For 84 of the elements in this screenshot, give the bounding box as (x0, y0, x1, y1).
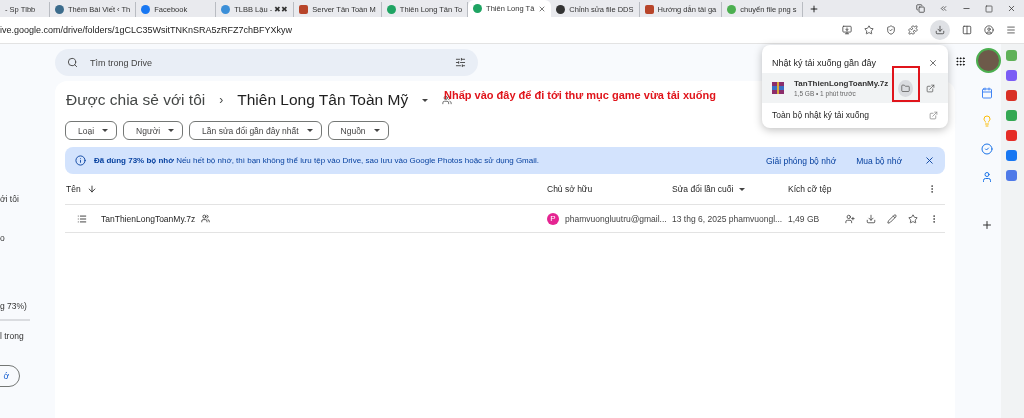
sidebar-item[interactable]: o (0, 233, 5, 243)
filter-chip[interactable]: Người (123, 121, 184, 140)
modified-date: 13 thg 6, 2025 phamvuongl... (672, 213, 783, 224)
archive-icon (772, 82, 784, 94)
maximize-icon[interactable] (985, 4, 993, 13)
app-icon[interactable] (1006, 90, 1017, 101)
owner-email: phamvuongluutru@gmail... (565, 213, 667, 224)
avatar-placeholder[interactable] (976, 47, 1001, 73)
contacts-icon[interactable] (981, 171, 993, 183)
favicon-icon (141, 5, 151, 14)
filter-chip[interactable]: Loại (65, 121, 118, 140)
column-header[interactable]: Kích cỡ tệp (788, 184, 832, 194)
app-icon[interactable] (1006, 50, 1017, 61)
add-icon[interactable] (981, 219, 993, 231)
column-header[interactable]: Tên (66, 184, 81, 194)
popup-title: Nhật ký tải xuống gần đây (772, 58, 877, 68)
sort-arrow-icon[interactable] (86, 184, 97, 194)
calendar-icon[interactable] (981, 87, 993, 99)
filter-icon[interactable] (455, 57, 466, 68)
highlight-frame (892, 66, 920, 102)
shield-icon[interactable] (886, 25, 896, 35)
breadcrumb-separator: › (219, 93, 224, 107)
new-tab-icon[interactable] (808, 4, 819, 14)
close-icon[interactable] (924, 155, 935, 166)
menu-icon[interactable] (1006, 25, 1016, 35)
favicon-icon (221, 5, 231, 14)
profile-icon[interactable] (984, 25, 994, 35)
filter-chip[interactable]: Lần sửa đổi gần đây nhất (189, 121, 322, 140)
column-header[interactable]: Sửa đổi lần cuối (672, 184, 734, 194)
close-icon[interactable] (1007, 4, 1016, 13)
bookmark-star-icon[interactable] (864, 25, 874, 35)
folder-title[interactable]: Thiên Long Tân Toàn Mỹ (237, 91, 409, 109)
favicon-icon (299, 5, 309, 14)
favicon-icon (473, 4, 483, 13)
owner-avatar: P (547, 212, 559, 225)
download-file-name: TanThienLongToanMy.7z (794, 79, 889, 88)
banner-link[interactable]: Mua bộ nhớ (850, 155, 908, 166)
share-icon[interactable] (845, 213, 855, 224)
external-link-icon (926, 83, 936, 93)
favicon-icon (55, 5, 64, 14)
back-icon[interactable] (939, 4, 948, 13)
rename-icon[interactable] (887, 213, 897, 224)
app-icon[interactable] (1006, 70, 1017, 81)
close-icon[interactable] (928, 58, 938, 68)
star-icon[interactable] (908, 213, 918, 224)
column-header[interactable]: Chủ sở hữu (547, 184, 593, 194)
app-icon[interactable] (1006, 150, 1017, 161)
install-icon[interactable] (842, 25, 852, 35)
show-in-folder-button[interactable] (898, 79, 914, 97)
app-icon[interactable] (1006, 130, 1017, 141)
file-type-icon (77, 213, 87, 224)
favicon-icon (727, 5, 737, 14)
close-icon[interactable] (538, 4, 547, 13)
favicon-icon (556, 5, 566, 14)
split-view-icon[interactable] (962, 25, 972, 35)
download-button[interactable] (930, 20, 950, 40)
app-icon[interactable] (1006, 110, 1017, 121)
apps-grid-icon[interactable] (955, 55, 966, 67)
search-field[interactable]: Tìm trong Drive (55, 49, 478, 76)
filter-chip[interactable]: Nguồn (327, 121, 389, 140)
sidebar-item[interactable]: ới tôi (0, 194, 19, 204)
download-icon (935, 25, 945, 35)
app-icon[interactable] (1006, 170, 1017, 181)
file-name: TanThienLongToanMy.7z (101, 213, 196, 224)
breadcrumb-link[interactable]: Được chia sẻ với tôi (66, 91, 206, 109)
search-icon (67, 57, 78, 68)
banner-text: Đã dùng 73% bộ nhớ Nếu hết bộ nhớ, thì bạn không thể lưu tệp vào Drive, sao lưu vào Google Photos hoặc sử dụng Gmail. (94, 156, 540, 165)
file-size: 1,49 GB (788, 213, 820, 224)
storage-text: g 73%) (0, 301, 27, 311)
caret-icon[interactable] (422, 98, 429, 102)
info-icon (75, 155, 86, 166)
download-icon[interactable] (866, 213, 876, 224)
caret-icon[interactable] (739, 187, 746, 191)
full-history-link[interactable]: Toàn bộ nhật ký tải xuống (772, 110, 869, 120)
banner-link[interactable]: Giải phóng bộ nhớ (759, 155, 843, 166)
storage-note: l trong (0, 331, 24, 341)
annotation-text: Nhấp vào đây để đi tới thư mục game vừa tải xuống (444, 89, 716, 101)
tasks-icon[interactable] (981, 143, 993, 155)
favicon-icon (386, 5, 396, 14)
external-link-icon[interactable] (929, 110, 938, 120)
folder-icon (901, 83, 911, 93)
shared-icon (201, 214, 211, 223)
favicon-icon (644, 5, 654, 14)
extensions-icon[interactable] (908, 25, 918, 35)
